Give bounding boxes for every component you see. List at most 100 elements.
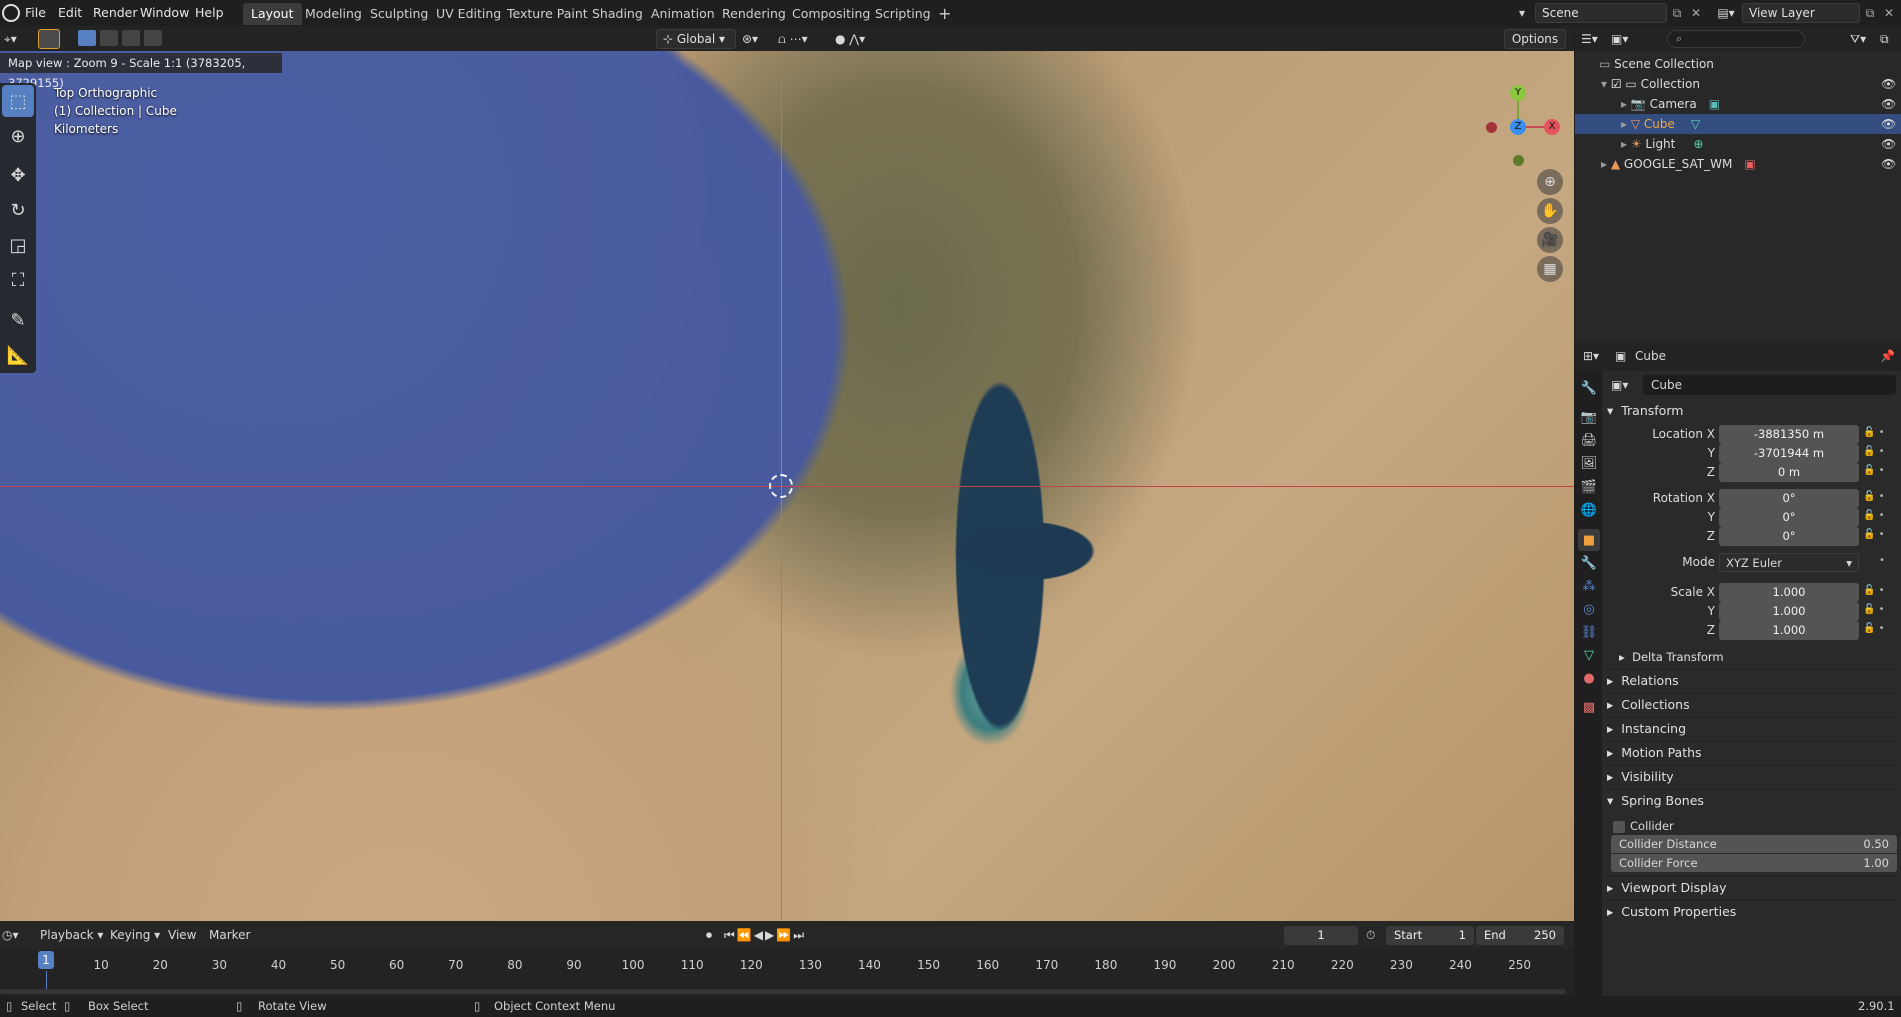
3d-cursor-icon[interactable] (769, 474, 793, 498)
tab-scripting[interactable]: Scripting (867, 3, 939, 25)
pin-icon[interactable]: 📌 (1880, 347, 1896, 365)
tab-compositing[interactable]: Compositing (784, 3, 878, 25)
timeline-scrollbar[interactable] (0, 989, 1566, 994)
object-type-icon[interactable]: ▣▾ (1611, 375, 1641, 395)
set-new-selection-icon[interactable] (78, 30, 96, 46)
rotation-x-field[interactable]: 0° (1719, 489, 1859, 508)
camera-view-icon[interactable]: 🎥 (1537, 227, 1563, 253)
scale-z-field[interactable]: 1.000 (1719, 621, 1859, 640)
checkbox-icon[interactable] (1613, 820, 1625, 833)
tab-modeling[interactable]: Modeling (297, 3, 370, 25)
expand-arrow-icon[interactable]: ▸ (1621, 97, 1631, 111)
scale-tool-icon[interactable]: ◲ (2, 229, 34, 261)
new-view-layer-icon[interactable]: ⧉ (1861, 3, 1879, 23)
3d-viewport-map[interactable]: Map view : Zoom 9 - Scale 1:1 (3783205, … (0, 51, 1574, 921)
tool-tab-icon[interactable]: 🔧 (1578, 377, 1600, 399)
menu-help[interactable]: Help (188, 3, 231, 23)
rotation-mode-select[interactable]: XYZ Euler ▾ (1719, 553, 1859, 572)
select-box-tool-icon[interactable]: ⬚ (2, 85, 34, 117)
close-scene-icon[interactable]: ✕ (1687, 3, 1705, 23)
constraints-tab-icon[interactable]: ⛓ (1578, 621, 1600, 643)
pan-hand-icon[interactable]: ✋ (1537, 198, 1563, 224)
timeline-ruler[interactable]: 1 10 20 30 40 50 60 70 80 90 100 110 120 130 140 150 160… (0, 921, 1574, 996)
collider-distance-field[interactable]: Collider Distance 0.50 (1611, 835, 1897, 853)
visibility-eye-icon[interactable]: 👁 (1881, 154, 1896, 174)
new-scene-icon[interactable]: ⧉ (1668, 3, 1686, 23)
properties-editor-type-icon[interactable]: ⊞▾ (1583, 347, 1609, 365)
tab-layout[interactable]: Layout (243, 3, 302, 25)
render-tab-icon[interactable]: 📷 (1578, 406, 1600, 428)
pivot-icon[interactable]: ⊛▾ (742, 29, 776, 49)
cursor-tool-icon[interactable]: ⊕ (2, 120, 34, 152)
orientation-selector[interactable]: ⊹ Global ▾ (656, 29, 736, 49)
lock-icon[interactable]: 🔓 • (1863, 510, 1885, 521)
checkbox-icon[interactable]: ☑ (1611, 77, 1626, 91)
measure-tool-icon[interactable]: 📐 (2, 339, 34, 371)
x-axis-gizmo-icon[interactable]: X (1544, 119, 1560, 135)
outliner-search-input[interactable]: ⌕ (1667, 30, 1805, 48)
object-tab-icon[interactable]: ■ (1578, 529, 1600, 551)
tab-uv-editing[interactable]: UV Editing (428, 3, 509, 25)
subtract-selection-icon[interactable] (122, 30, 140, 46)
tab-animation[interactable]: Animation (643, 3, 723, 25)
scene-selector[interactable]: Scene (1535, 3, 1667, 23)
new-collection-icon[interactable]: ⧉ (1880, 29, 1898, 49)
visibility-eye-icon[interactable]: 👁 (1881, 134, 1896, 154)
outliner-row-scene-collection[interactable]: ▭ Scene Collection (1575, 54, 1901, 74)
location-x-field[interactable]: -3881350 m (1719, 425, 1859, 444)
tab-texture-paint[interactable]: Texture Paint (499, 3, 596, 25)
object-name-field[interactable]: Cube (1643, 375, 1896, 395)
menu-file[interactable]: File (18, 3, 53, 23)
location-y-field[interactable]: -3701944 m (1719, 444, 1859, 463)
filter-icon[interactable]: ⛛▾ (1850, 29, 1874, 49)
output-tab-icon[interactable]: 🖨 (1578, 429, 1600, 451)
neg-y-gizmo-icon[interactable] (1513, 155, 1524, 166)
options-dropdown[interactable]: Options (1504, 29, 1566, 49)
close-view-layer-icon[interactable]: ✕ (1880, 3, 1898, 23)
z-axis-gizmo-icon[interactable]: Z (1510, 119, 1526, 135)
collider-force-field[interactable]: Collider Force 1.00 (1611, 854, 1897, 872)
transform-section-header[interactable]: ▾ Transform (1607, 400, 1897, 422)
custom-properties-section-header[interactable]: ▸ Custom Properties (1607, 900, 1897, 922)
transform-tool-icon[interactable]: ⛶ (2, 264, 34, 296)
lock-icon[interactable]: 🔓 • (1863, 446, 1885, 457)
lock-icon[interactable]: 🔓 • (1863, 529, 1885, 540)
extend-selection-icon[interactable] (100, 30, 118, 46)
instancing-section-header[interactable]: ▸ Instancing (1607, 717, 1897, 739)
scene-icon[interactable]: ▾ (1512, 3, 1532, 23)
visibility-section-header[interactable]: ▸ Visibility (1607, 765, 1897, 787)
neg-x-gizmo-icon[interactable] (1486, 122, 1497, 133)
lock-icon[interactable]: 🔓 • (1863, 465, 1885, 476)
scene-tab-icon[interactable]: 🎬 (1578, 476, 1600, 498)
expand-arrow-icon[interactable]: ▸ (1621, 137, 1631, 151)
outliner-row-light[interactable]: ▸ ☀ Light ⊕ 👁 (1575, 134, 1901, 154)
display-mode-icon[interactable]: ▣▾ (1611, 29, 1641, 49)
particles-tab-icon[interactable]: ⁂ (1578, 575, 1600, 597)
lock-icon[interactable]: 🔓 • (1863, 623, 1885, 634)
view-layer-selector[interactable]: View Layer (1742, 3, 1860, 23)
expand-arrow-icon[interactable]: ▸ (1601, 157, 1611, 171)
menu-edit[interactable]: Edit (51, 3, 89, 23)
navigation-gizmo[interactable]: Y X Z (1480, 85, 1560, 166)
menu-window[interactable]: Window (133, 3, 196, 23)
rotate-tool-icon[interactable]: ↻ (2, 194, 34, 226)
outliner-row-cube[interactable]: ▸ ▽ Cube ▽ 👁 (1575, 114, 1901, 134)
visibility-eye-icon[interactable]: 👁 (1881, 114, 1896, 134)
rotation-z-field[interactable]: 0° (1719, 527, 1859, 546)
tab-sculpting[interactable]: Sculpting (362, 3, 436, 25)
proportional-edit-icon[interactable]: ● ⋀▾ (835, 29, 885, 49)
world-tab-icon[interactable]: 🌐 (1578, 499, 1600, 521)
motion-paths-section-header[interactable]: ▸ Motion Paths (1607, 741, 1897, 763)
add-workspace-icon[interactable]: + (930, 3, 959, 25)
lock-icon[interactable]: 🔓 • (1863, 604, 1885, 615)
collider-checkbox[interactable]: Collider (1613, 817, 1674, 835)
select-tool-icon[interactable] (38, 29, 60, 49)
view-layer-icon[interactable]: ▤▾ (1712, 3, 1740, 23)
material-tab-icon[interactable]: ● (1578, 667, 1600, 689)
zoom-icon[interactable]: ⊕ (1537, 169, 1563, 195)
rotation-y-field[interactable]: 0° (1719, 508, 1859, 527)
data-tab-icon[interactable]: ▽ (1578, 644, 1600, 666)
visibility-eye-icon[interactable]: 👁 (1881, 94, 1896, 114)
modifier-tab-icon[interactable]: 🔧 (1578, 552, 1600, 574)
intersect-selection-icon[interactable] (144, 30, 162, 46)
